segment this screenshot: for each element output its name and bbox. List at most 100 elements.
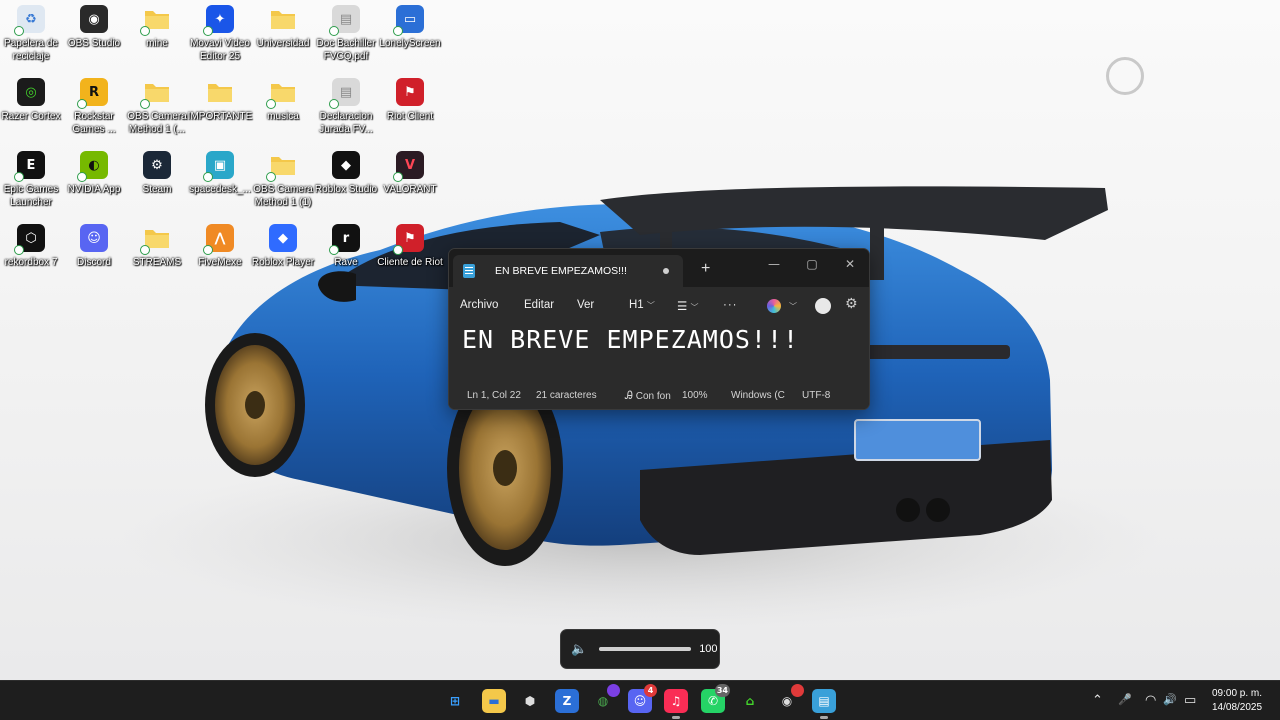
formatting-icon: Ꭿ — [625, 390, 633, 402]
sync-status-icon — [203, 172, 213, 182]
list-icon: ☰ — [677, 301, 688, 313]
desktop-icon[interactable]: V VALORANT — [379, 151, 441, 196]
desktop-icon[interactable]: E Epic Games Launcher — [0, 151, 62, 209]
taskbar-discord-icon[interactable]: ☺ 4 — [628, 684, 657, 713]
desktop-icon[interactable]: ♻ Papelera de reciclaje — [0, 5, 62, 63]
pdf-file-icon: ▤ — [329, 5, 360, 36]
taskbar-apple-music-icon[interactable]: ♫ — [664, 689, 688, 719]
loading-ring-icon — [1106, 57, 1144, 95]
desktop-icon[interactable]: R Rockstar Games ... — [63, 78, 125, 136]
nvidia-icon: ◐ — [77, 151, 108, 182]
clock-date[interactable]: 14/08/2025 — [1212, 702, 1262, 713]
desktop-icon[interactable]: r Rave — [315, 224, 377, 269]
heading-dropdown[interactable]: H1 ﹀ — [629, 299, 655, 311]
desktop-icon[interactable]: ▤ Declaracion Jurada FV... — [315, 78, 377, 136]
desktop-icon[interactable]: ⋀ FiveMexe — [189, 224, 251, 269]
desktop-icon[interactable]: ⚙ Steam — [126, 151, 188, 196]
sync-status-icon — [266, 99, 276, 109]
list-dropdown[interactable]: ☰ ﹀ — [677, 299, 699, 313]
copilot-icon[interactable] — [767, 299, 781, 313]
desktop-icon[interactable]: ▤ Doc Bachiller FVCQ.pdf — [315, 5, 377, 63]
desktop-icon[interactable]: ▣ spacedesk_... — [189, 151, 251, 196]
desktop-icon-label: Doc Bachiller FVCQ.pdf — [316, 38, 376, 62]
notification-badge — [607, 684, 620, 697]
desktop-icon[interactable]: OBS Camera Method 1 (... — [126, 78, 188, 136]
taskbar-start-button-icon[interactable]: ⊞ — [443, 689, 467, 713]
desktop-icon[interactable]: musica — [252, 78, 314, 123]
desktop-icon[interactable]: mine — [126, 5, 188, 50]
volume-slider-fill — [599, 647, 692, 651]
speaker-icon[interactable]: 🔈 — [571, 642, 587, 657]
taskbar-whatsapp-icon[interactable]: ✆ 34 — [701, 684, 730, 713]
title-bar[interactable]: EN BREVE EMPEZAMOS!!! + — ▢ ✕ — [449, 249, 869, 287]
riot-client-icon: ⚑ — [393, 224, 424, 255]
battery-icon[interactable]: ▭ — [1184, 693, 1196, 708]
lonelyscreen-icon: ▭ — [393, 5, 424, 36]
desktop-icon[interactable]: ☺ Discord — [63, 224, 125, 269]
desktop-icon[interactable]: ▭ LonelyScreen — [379, 5, 441, 50]
riot-client-icon: ⚑ — [396, 78, 424, 106]
tab-title: EN BREVE EMPEZAMOS!!! — [495, 265, 627, 277]
desktop-icon[interactable]: IMPORTANTE — [188, 78, 252, 123]
taskbar-obs-icon[interactable]: ◉ — [775, 684, 804, 713]
account-icon[interactable] — [815, 298, 831, 314]
taskbar-chrome-icon[interactable]: ◍ — [591, 684, 620, 713]
folder-icon — [140, 78, 171, 109]
running-indicator — [820, 716, 828, 719]
microphone-icon[interactable]: 🎤 — [1118, 693, 1132, 706]
desktop-icon-label: Declaracion Jurada FV... — [319, 111, 373, 135]
desktop-icon-label: Papelera de reciclaje — [4, 38, 58, 62]
more-options-button[interactable]: ··· — [723, 299, 738, 311]
desktop-icon-label: NVIDIA App — [67, 184, 121, 195]
close-button[interactable]: ✕ — [835, 252, 865, 276]
show-hidden-icons-chevron-icon[interactable]: ⌃ — [1092, 693, 1103, 708]
status-formatting[interactable]: Ꭿ Con fon — [625, 390, 671, 403]
desktop-icon[interactable]: ✦ Movavi Video Editor 25 — [189, 5, 251, 63]
tab-document[interactable]: EN BREVE EMPEZAMOS!!! — [453, 255, 683, 287]
desktop-icon[interactable]: ◆ Roblox Player — [252, 224, 314, 269]
desktop-icon[interactable]: ⚑ Riot Client — [379, 78, 441, 123]
desktop-icon[interactable]: ◉ OBS Studio — [63, 5, 125, 50]
volume-icon[interactable]: 🔊 — [1163, 693, 1177, 706]
taskbar-file-explorer-icon[interactable]: ▬ — [482, 689, 506, 713]
notepad-window[interactable]: EN BREVE EMPEZAMOS!!! + — ▢ ✕ Archivo Ed… — [448, 248, 870, 410]
maximize-button[interactable]: ▢ — [797, 252, 827, 276]
unsaved-dot-icon[interactable] — [663, 268, 669, 274]
roblox-player-icon: ◆ — [269, 224, 297, 252]
desktop-icon-label: LonelyScreen — [379, 38, 441, 49]
desktop-icon[interactable]: ⚑ Cliente de Riot — [377, 224, 443, 269]
desktop-icon[interactable]: ◎ Razer Cortex — [0, 78, 62, 123]
menu-archivo[interactable]: Archivo — [460, 299, 498, 311]
sync-status-icon — [77, 99, 87, 109]
notepad-icon — [463, 264, 475, 278]
menu-editar[interactable]: Editar — [524, 299, 554, 311]
new-tab-button[interactable]: + — [701, 260, 710, 278]
desktop-icon[interactable]: ◐ NVIDIA App — [63, 151, 125, 196]
volume-slider[interactable] — [599, 647, 692, 651]
desktop-icon[interactable]: Universidad — [252, 5, 314, 50]
text-editor[interactable]: EN BREVE EMPEZAMOS!!! — [449, 324, 869, 381]
chevron-down-icon[interactable]: ﹀ — [789, 301, 797, 312]
status-encoding[interactable]: UTF-8 — [802, 390, 830, 401]
status-zoom[interactable]: 100% — [682, 390, 708, 401]
menu-ver[interactable]: Ver — [577, 299, 594, 311]
editor-content[interactable]: EN BREVE EMPEZAMOS!!! — [462, 325, 799, 354]
notification-badge: 4 — [644, 684, 657, 697]
desktop-icon[interactable]: STREAMS — [126, 224, 188, 269]
settings-gear-icon[interactable]: ⚙ — [845, 296, 858, 312]
sync-status-icon — [14, 172, 24, 182]
status-line-endings[interactable]: Windows (C — [731, 390, 785, 401]
desktop-icon-label: Discord — [77, 257, 111, 268]
desktop-icon[interactable]: ⬡ rekordbox 7 — [0, 224, 62, 269]
taskbar-app-blue-z-icon[interactable]: Z — [555, 689, 579, 713]
desktop-icon[interactable]: ◆ Roblox Studio — [315, 151, 377, 196]
taskbar-notepad-icon[interactable]: ▤ — [812, 689, 836, 719]
desktop-icon[interactable]: OBS Camera Method 1 (1) — [252, 151, 314, 209]
minimize-button[interactable]: — — [759, 252, 789, 276]
rockstar-icon: R — [77, 78, 108, 109]
taskbar-app-cube-icon[interactable]: ⬢ — [518, 689, 542, 713]
clock-time[interactable]: 09:00 p. m. — [1212, 688, 1262, 699]
wifi-icon[interactable]: ◠ — [1145, 693, 1156, 708]
sync-status-icon — [329, 26, 339, 36]
taskbar-razer-synapse-icon[interactable]: ⌂ — [738, 689, 762, 713]
